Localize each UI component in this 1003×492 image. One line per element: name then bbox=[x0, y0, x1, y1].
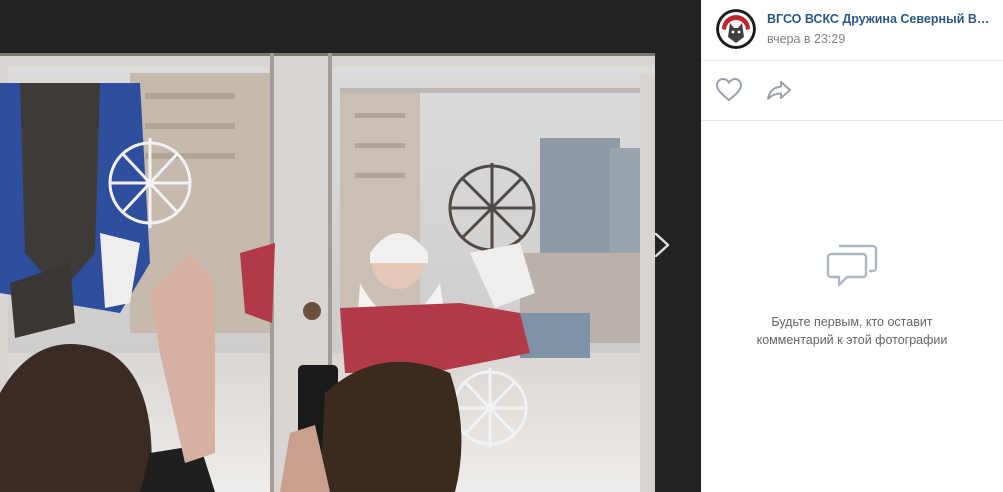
empty-comments-line2: комментарий к этой фотографии bbox=[756, 333, 948, 347]
photo-image bbox=[0, 53, 655, 492]
wolf-emblem-icon bbox=[716, 9, 756, 49]
share-button[interactable] bbox=[764, 76, 794, 104]
share-arrow-icon bbox=[767, 81, 791, 100]
post-actions bbox=[701, 61, 1003, 121]
photo-viewer bbox=[0, 0, 701, 492]
empty-comments-placeholder: Будьте первым, кто оставит комментарий к… bbox=[701, 240, 1003, 349]
heart-icon bbox=[715, 77, 743, 102]
like-button[interactable] bbox=[714, 76, 744, 104]
next-photo-button[interactable] bbox=[648, 220, 678, 270]
photo-sidebar: ВГСО ВСКС Дружина Северный Во... вчера в… bbox=[701, 0, 1003, 492]
author-name-link[interactable]: ВГСО ВСКС Дружина Северный Во... bbox=[767, 12, 993, 26]
empty-comments-line1: Будьте первым, кто оставит bbox=[771, 315, 933, 329]
chat-bubbles-icon bbox=[826, 244, 878, 287]
post-author-block: ВГСО ВСКС Дружина Северный Во... вчера в… bbox=[701, 0, 1003, 61]
post-timestamp[interactable]: вчера в 23:29 bbox=[767, 32, 845, 46]
chevron-right-icon bbox=[654, 232, 670, 258]
photo[interactable] bbox=[0, 53, 655, 492]
group-avatar[interactable] bbox=[716, 9, 756, 49]
